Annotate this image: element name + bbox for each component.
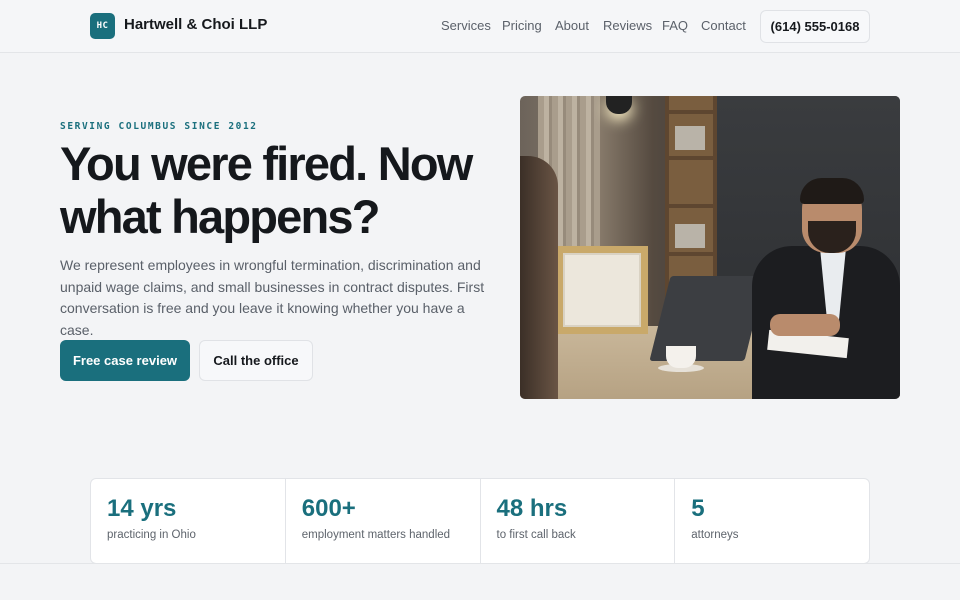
- stat-value: 600+: [301, 495, 356, 522]
- photo-lamp: [606, 96, 632, 114]
- photo-certificate-frame: [556, 246, 648, 334]
- photo-shelf-board: [665, 204, 717, 208]
- stat-value: 5: [691, 495, 705, 522]
- photo-books: [675, 126, 705, 150]
- nav-link-about[interactable]: About: [555, 18, 589, 33]
- nav-link-faq[interactable]: FAQ: [662, 18, 688, 33]
- stat-label: employment matters handled: [301, 529, 451, 541]
- photo-shelf-board: [665, 110, 717, 114]
- photo-shelf-board: [665, 252, 717, 256]
- stat-label: attorneys: [691, 529, 739, 541]
- stats-bar: 14 yrs practicing in Ohio 600+ employmen…: [90, 478, 870, 564]
- call-office-button[interactable]: Call the office: [199, 340, 313, 381]
- hero-eyebrow: SERVING COLUMBUS SINCE 2012: [60, 121, 258, 132]
- photo-coffee-cup: [666, 346, 696, 368]
- nav-link-services[interactable]: Services: [441, 18, 491, 33]
- stat-years: 14 yrs practicing in Ohio: [91, 479, 286, 563]
- stat-attorneys: 5 attorneys: [675, 479, 869, 563]
- free-case-review-button[interactable]: Free case review: [60, 340, 190, 381]
- stat-value: 14 yrs: [107, 495, 177, 522]
- nav-link-contact[interactable]: Contact: [701, 18, 746, 33]
- stat-matters: 600+ employment matters handled: [286, 479, 481, 563]
- stat-value: 48 hrs: [496, 495, 568, 522]
- photo-hands: [770, 314, 840, 336]
- photo-books: [675, 224, 705, 248]
- section-divider: [0, 563, 960, 564]
- nav-link-pricing[interactable]: Pricing: [502, 18, 542, 33]
- site-header: HC Hartwell & Choi LLP Services Pricing …: [0, 0, 960, 53]
- photo-shelf-board: [665, 156, 717, 160]
- hero-headline: You were fired. Now what happens?: [60, 137, 473, 243]
- hero-description: We represent employees in wrongful termi…: [60, 257, 485, 338]
- photo-client-silhouette: [520, 156, 558, 399]
- phone-button[interactable]: (614) 555-0168: [760, 10, 870, 43]
- photo-person-hair: [800, 178, 864, 204]
- nav-link-reviews[interactable]: Reviews: [603, 18, 652, 33]
- hero-photo: [520, 96, 900, 399]
- stat-label: practicing in Ohio: [107, 529, 196, 541]
- stat-label: to first call back: [496, 529, 576, 541]
- stat-callback: 48 hrs to first call back: [481, 479, 676, 563]
